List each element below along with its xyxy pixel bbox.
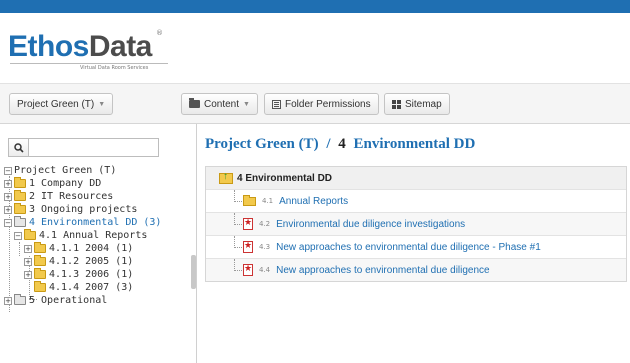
tree-item-label: 1 Company DD [29, 178, 102, 189]
tree-item-label: 3 Ongoing projects [29, 204, 138, 215]
sidebar-scrollbar[interactable] [191, 255, 196, 289]
chevron-down-icon: ▼ [243, 100, 250, 108]
folder-permissions-label: Folder Permissions [285, 98, 371, 110]
folder-icon [14, 177, 26, 188]
item-link[interactable]: New approaches to environmental due dili… [276, 265, 489, 276]
item-link[interactable]: Annual Reports [279, 196, 348, 207]
tree-item-label: 5 Operational [29, 295, 108, 306]
logo-data: Data [88, 30, 153, 63]
grid-icon [392, 99, 401, 109]
tree-item-label: 4.1.1 2004 (1) [49, 243, 134, 254]
expand-icon[interactable]: + [4, 192, 12, 201]
list-item[interactable]: 4.4 New approaches to environmental due … [206, 258, 626, 281]
list-header-label: 4 Environmental DD [237, 172, 333, 184]
pdf-icon [243, 263, 253, 276]
breadcrumb-separator: / [326, 136, 331, 152]
tree-item-2004[interactable]: + 4.1.1 2004 (1) [24, 242, 133, 255]
tree-root[interactable]: − Project Green (T) [4, 164, 116, 177]
logo-registered-mark: ® [156, 29, 163, 37]
content-dropdown[interactable]: Content ▼ [181, 93, 258, 115]
tree-item-operational[interactable]: + 5 Operational [4, 294, 107, 307]
tree-item-2006[interactable]: + 4.1.3 2006 (1) [24, 268, 133, 281]
tree-item-label: 2 IT Resources [29, 191, 114, 202]
pdf-icon [243, 240, 253, 253]
item-link[interactable]: New approaches to environmental due dili… [276, 242, 541, 253]
item-number: 4.4 [259, 266, 271, 274]
list-header[interactable]: 4 Environmental DD [206, 167, 626, 189]
logo: EthosData ® Virtual Data Room Services [8, 29, 168, 71]
project-dropdown[interactable]: Project Green (T) ▼ [9, 93, 114, 115]
item-number: 4.3 [259, 243, 271, 251]
folder-icon [14, 190, 26, 201]
chevron-down-icon: ▼ [98, 100, 106, 108]
sidebar: − Project Green (T) + 1 Company DD + 2 I… [0, 124, 197, 363]
logo-tagline: Virtual Data Room Services [80, 65, 149, 71]
breadcrumb: Project Green (T) / 4 Environmental DD [205, 136, 475, 153]
item-number: 4.2 [259, 220, 271, 228]
tree-item-ongoing-projects[interactable]: + 3 Ongoing projects [4, 203, 137, 216]
content-dropdown-label: Content [204, 98, 240, 110]
item-number: 4.1 [262, 197, 274, 205]
toolbar: Project Green (T) ▼ Content ▼ Folder Per… [0, 83, 630, 124]
breadcrumb-current-number: 4 [338, 136, 346, 152]
list-item[interactable]: 4.2 Environmental due diligence investig… [206, 212, 626, 235]
folder-icon [189, 98, 200, 108]
list-item[interactable]: 4.1 Annual Reports [206, 189, 626, 212]
expand-icon[interactable]: + [4, 179, 12, 188]
expand-icon[interactable]: + [24, 257, 32, 266]
main-content: Project Green (T) / 4 Environmental DD 4… [198, 124, 630, 363]
tree-item-label: 4 Environmental DD (3) [29, 217, 162, 228]
search-icon [13, 142, 24, 153]
folder-icon [34, 281, 46, 292]
tree-root-label: Project Green (T) [14, 165, 117, 176]
expand-icon[interactable]: + [24, 244, 32, 253]
expand-icon[interactable]: + [24, 270, 32, 279]
breadcrumb-project-link[interactable]: Project Green (T) [205, 136, 319, 152]
collapse-icon[interactable]: − [14, 231, 22, 240]
tree-item-label: 4.1 Annual Reports [39, 230, 148, 241]
folder-permissions-button[interactable]: Folder Permissions [264, 93, 379, 115]
search-input[interactable] [28, 138, 159, 157]
list-icon [272, 99, 281, 109]
folder-icon [34, 255, 46, 266]
folder-icon [14, 294, 26, 305]
collapse-icon[interactable]: − [4, 166, 12, 175]
content-list: 4 Environmental DD 4.1 Annual Reports 4.… [205, 166, 627, 282]
top-bar [0, 0, 630, 13]
list-item[interactable]: 4.3 New approaches to environmental due … [206, 235, 626, 258]
tree-item-it-resources[interactable]: + 2 IT Resources [4, 190, 113, 203]
folder-icon [14, 203, 26, 214]
breadcrumb-current-name: Environmental DD [353, 136, 476, 152]
sitemap-button[interactable]: Sitemap [384, 93, 450, 115]
sitemap-label: Sitemap [405, 98, 442, 110]
project-dropdown-label: Project Green (T) [17, 98, 95, 110]
tree-item-label: 4.1.3 2006 (1) [49, 269, 134, 280]
tree-item-company-dd[interactable]: + 1 Company DD [4, 177, 101, 190]
collapse-icon[interactable]: − [4, 218, 12, 227]
folder-up-icon[interactable] [219, 171, 233, 184]
folder-icon [34, 242, 46, 253]
logo-ethos: Ethos [8, 30, 89, 63]
folder-icon [34, 268, 46, 279]
expand-icon[interactable]: + [4, 296, 12, 305]
tree-item-label: 4.1.2 2005 (1) [49, 256, 134, 267]
tree-item-environmental-dd[interactable]: − 4 Environmental DD (3) [4, 216, 161, 229]
folder-open-icon [14, 216, 26, 227]
tree-item-2005[interactable]: + 4.1.2 2005 (1) [24, 255, 133, 268]
expand-icon[interactable]: + [4, 205, 12, 214]
folder-open-icon [24, 229, 36, 240]
search-button[interactable] [8, 138, 28, 157]
folder-icon [243, 194, 256, 206]
pdf-icon [243, 217, 253, 230]
tree-item-annual-reports[interactable]: − 4.1 Annual Reports [14, 229, 147, 242]
item-link[interactable]: Environmental due diligence investigatio… [276, 219, 465, 230]
tree-item-label: 4.1.4 2007 (3) [49, 282, 134, 293]
logo-underline [10, 63, 168, 64]
tree-item-2007[interactable]: 4.1.4 2007 (3) [34, 281, 133, 294]
